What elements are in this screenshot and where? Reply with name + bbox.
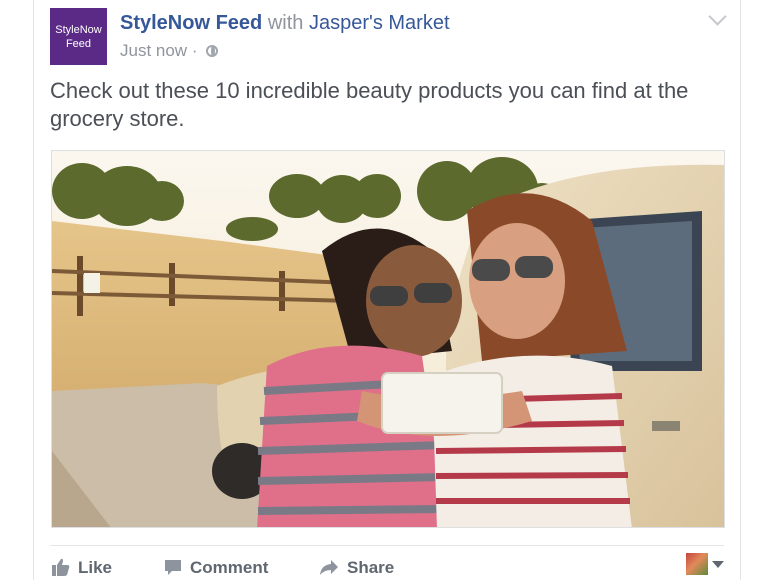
viewer-avatar[interactable] (686, 553, 708, 575)
comment-icon (165, 560, 181, 575)
chevron-down-icon[interactable] (708, 7, 727, 26)
with-text: with (267, 12, 304, 34)
like-button[interactable]: Like (52, 558, 112, 578)
post-timestamp[interactable]: Just now (120, 41, 187, 60)
post-card: StyleNow Feed StyleNow Feed with Jasper'… (33, 0, 741, 580)
share-button[interactable]: Share (319, 558, 394, 578)
post-meta: Just now · (120, 41, 219, 61)
like-label: Like (78, 558, 113, 577)
meta-separator: · (191, 41, 198, 60)
thumbs-up-icon (52, 558, 70, 576)
globe-icon[interactable] (206, 45, 219, 57)
post-photo[interactable] (51, 150, 725, 528)
comment-button[interactable]: Comment (164, 558, 268, 578)
avatar-text-line1: StyleNow (55, 23, 102, 36)
share-arrow-icon (320, 560, 338, 575)
page-avatar[interactable]: StyleNow Feed (50, 8, 107, 65)
comment-label: Comment (190, 558, 269, 577)
post-header: StyleNow Feed StyleNow Feed with Jasper'… (50, 7, 727, 67)
share-label: Share (347, 558, 395, 577)
avatar-text-line2: Feed (65, 37, 92, 50)
page-name-link[interactable]: StyleNow Feed (120, 12, 262, 34)
photo-illustration (52, 151, 724, 527)
post-actions: Like Comment Share (50, 545, 724, 581)
post-text: Check out these 10 incredible beauty pro… (50, 78, 689, 131)
post-title-line: StyleNow Feed with Jasper's Market (120, 12, 450, 35)
tagged-page-link[interactable]: Jasper's Market (309, 12, 450, 34)
caret-down-icon[interactable] (712, 561, 724, 568)
